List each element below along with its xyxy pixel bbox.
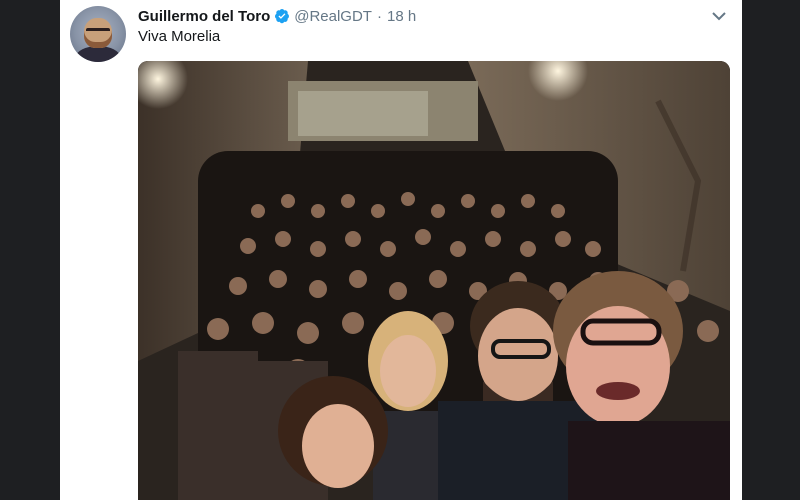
tweet-text: Viva Morelia	[138, 28, 221, 45]
tweet-photo[interactable]	[138, 61, 730, 500]
tweet-card: Guillermo del Toro @RealGDT · 18 h Viva …	[60, 0, 742, 500]
tweet-menu-button[interactable]	[710, 8, 728, 24]
tweet-header: Guillermo del Toro @RealGDT · 18 h	[138, 6, 416, 26]
avatar-body	[76, 46, 120, 62]
verified-badge-icon	[274, 8, 290, 24]
chevron-down-icon	[712, 11, 726, 20]
avatar[interactable]	[70, 6, 126, 62]
right-margin	[742, 0, 800, 500]
display-name[interactable]: Guillermo del Toro	[138, 8, 270, 25]
timestamp-link[interactable]: 18 h	[387, 8, 416, 25]
left-margin	[0, 0, 60, 500]
user-handle[interactable]: @RealGDT	[294, 8, 372, 25]
avatar-glasses	[86, 28, 110, 34]
selfie-photo	[138, 61, 730, 500]
separator-dot: ·	[376, 7, 382, 25]
